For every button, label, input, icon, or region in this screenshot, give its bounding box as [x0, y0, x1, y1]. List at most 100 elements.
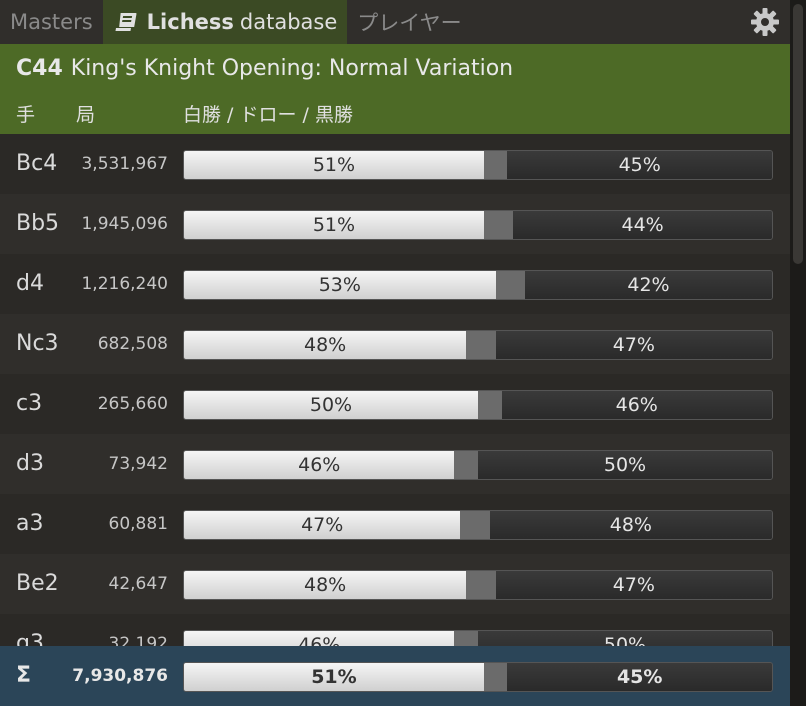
- black-win-segment: 45%: [507, 663, 772, 691]
- result-bar: 51% 44%: [183, 210, 773, 240]
- white-win-label: 48%: [304, 574, 347, 596]
- move-san: d4: [16, 271, 44, 296]
- white-win-segment: 50%: [184, 391, 478, 419]
- game-count: 1,945,096: [81, 214, 168, 234]
- black-win-segment: 50%: [477, 451, 772, 479]
- game-count: 42,647: [108, 574, 168, 594]
- black-win-segment: 42%: [525, 271, 772, 299]
- white-win-segment: 53%: [184, 271, 496, 299]
- move-san: a3: [16, 511, 44, 536]
- result-bar: 46% 50%: [183, 450, 773, 480]
- result-bar: 53% 42%: [183, 270, 773, 300]
- black-win-segment: 46%: [501, 391, 772, 419]
- black-win-label: 48%: [609, 514, 652, 536]
- black-win-label: 42%: [627, 274, 670, 296]
- black-win-segment: 44%: [513, 211, 772, 239]
- black-win-segment: 47%: [495, 331, 772, 359]
- tab-lichess-label-strong: Lichess: [146, 10, 234, 34]
- eco-code: C44: [16, 56, 63, 81]
- game-count: 73,942: [108, 454, 168, 474]
- draw-segment: [460, 511, 490, 539]
- total-symbol: Σ: [16, 663, 32, 688]
- opening-explorer-panel: Masters Lichess database プレイヤー C44 King'…: [0, 0, 790, 706]
- white-win-segment: 51%: [184, 211, 484, 239]
- move-row[interactable]: d3 73,942 46% 50%: [0, 434, 790, 494]
- black-win-label: 44%: [621, 214, 664, 236]
- move-row[interactable]: d4 1,216,240 53% 42%: [0, 254, 790, 314]
- white-win-label: 51%: [312, 214, 356, 236]
- draw-segment: [495, 271, 526, 299]
- white-win-segment: 47%: [184, 511, 461, 539]
- column-result-header: 白勝 / ドロー / 黒勝: [183, 104, 353, 126]
- result-bar: 48% 47%: [183, 330, 773, 360]
- move-row[interactable]: a3 60,881 47% 48%: [0, 494, 790, 554]
- white-win-label: 50%: [309, 394, 353, 416]
- move-row[interactable]: Be2 42,647 48% 47%: [0, 554, 790, 614]
- white-win-segment: 48%: [184, 331, 467, 359]
- opening-title: C44 King's Knight Opening: Normal Variati…: [16, 56, 513, 81]
- white-win-segment: 46%: [184, 451, 455, 479]
- black-win-label: 46%: [615, 394, 658, 416]
- move-san: Bb5: [16, 211, 60, 236]
- move-san: Bc4: [16, 151, 58, 176]
- white-win-segment: 51%: [184, 663, 484, 691]
- draw-segment: [483, 211, 514, 239]
- move-row[interactable]: Bc4 3,531,967 51% 45%: [0, 134, 790, 194]
- black-win-label: 45%: [616, 666, 663, 688]
- opening-header: C44 King's Knight Opening: Normal Variati…: [0, 44, 790, 134]
- result-bar: 47% 48%: [183, 510, 773, 540]
- move-row[interactable]: c3 265,660 50% 46%: [0, 374, 790, 434]
- white-win-label: 53%: [318, 274, 361, 296]
- explorer-tabs: Masters Lichess database プレイヤー: [0, 0, 790, 44]
- tab-lichess-label: database: [239, 10, 338, 34]
- total-result-bar: 51% 45%: [183, 662, 773, 692]
- result-bar: 48% 47%: [183, 570, 773, 600]
- scrollbar-thumb[interactable]: [793, 4, 803, 264]
- move-san: c3: [16, 391, 43, 416]
- black-win-segment: 48%: [489, 511, 772, 539]
- tab-lichess-database[interactable]: Lichess database: [102, 0, 348, 44]
- draw-segment: [454, 451, 478, 479]
- white-win-label: 46%: [298, 454, 341, 476]
- black-win-label: 47%: [612, 334, 655, 356]
- black-win-segment: 47%: [495, 571, 772, 599]
- game-count: 60,881: [108, 514, 168, 534]
- draw-segment: [483, 663, 508, 691]
- column-games-header: 局: [76, 104, 96, 126]
- white-win-label: 51%: [311, 666, 357, 688]
- opening-name: King's Knight Opening: Normal Variation: [70, 56, 514, 81]
- white-win-segment: 51%: [184, 151, 484, 179]
- black-win-label: 47%: [612, 574, 655, 596]
- white-win-label: 47%: [301, 514, 344, 536]
- game-count: 265,660: [97, 394, 168, 414]
- move-row[interactable]: Nc3 682,508 48% 47%: [0, 314, 790, 374]
- tab-player-label: プレイヤー: [357, 11, 462, 35]
- game-count: 682,508: [97, 334, 168, 354]
- column-move-header: 手: [16, 104, 36, 126]
- black-win-label: 45%: [618, 154, 661, 176]
- tab-masters-label: Masters: [10, 10, 93, 34]
- gear-icon[interactable]: [750, 7, 780, 37]
- draw-segment: [478, 391, 502, 419]
- total-row: Σ 7,930,876 51% 45%: [0, 646, 790, 706]
- book-icon: [113, 11, 137, 33]
- move-san: Nc3: [16, 331, 59, 356]
- draw-segment: [466, 331, 496, 359]
- move-san: Be2: [16, 571, 59, 596]
- white-win-segment: 48%: [184, 571, 467, 599]
- white-win-label: 51%: [312, 154, 356, 176]
- total-games: 7,930,876: [72, 666, 168, 686]
- game-count: 3,531,967: [81, 154, 168, 174]
- move-san: d3: [16, 451, 44, 476]
- black-win-label: 50%: [603, 454, 647, 476]
- white-win-label: 48%: [304, 334, 347, 356]
- move-row[interactable]: Bb5 1,945,096 51% 44%: [0, 194, 790, 254]
- black-win-segment: 45%: [507, 151, 772, 179]
- result-bar: 51% 45%: [183, 150, 773, 180]
- tab-player[interactable]: プレイヤー: [347, 0, 471, 44]
- game-count: 1,216,240: [81, 274, 168, 294]
- draw-segment: [466, 571, 496, 599]
- draw-segment: [483, 151, 508, 179]
- result-bar: 50% 46%: [183, 390, 773, 420]
- tab-masters[interactable]: Masters: [0, 0, 103, 44]
